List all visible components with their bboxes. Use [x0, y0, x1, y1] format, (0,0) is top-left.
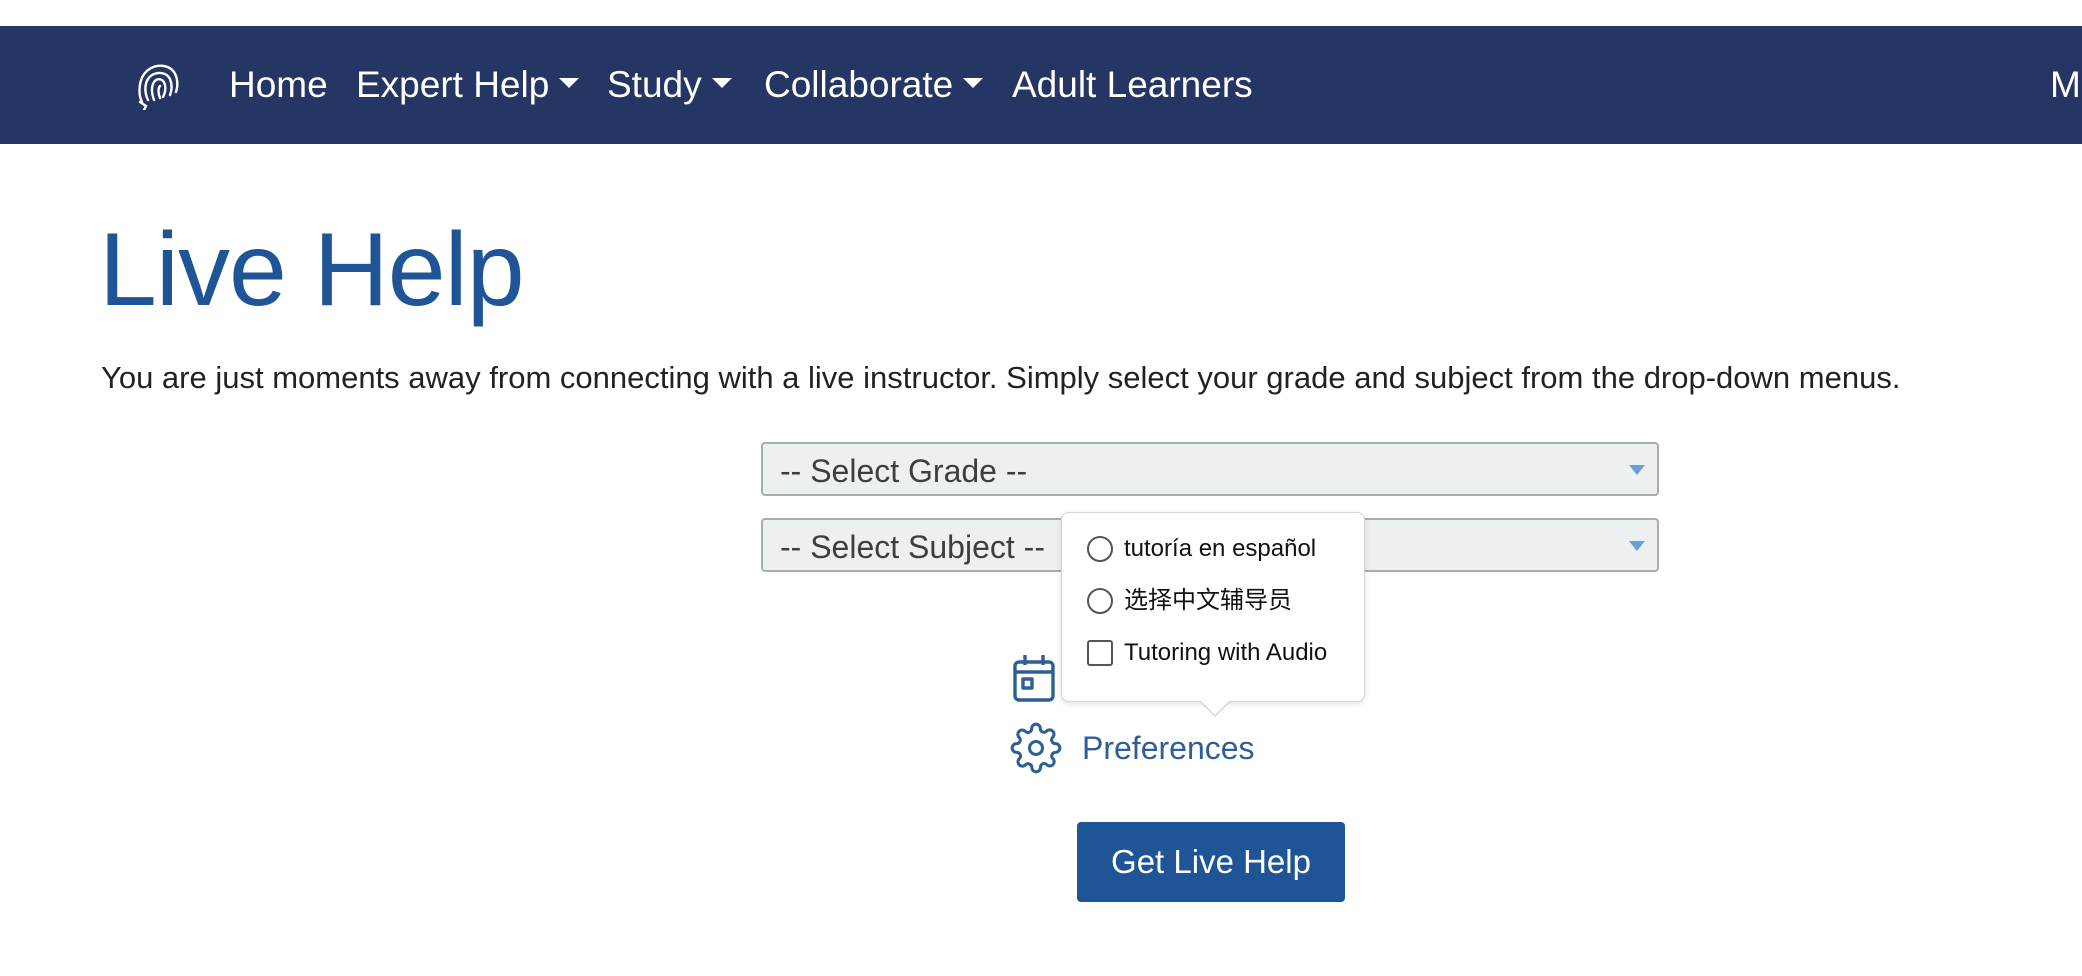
grade-select-value: -- Select Grade --	[780, 453, 1028, 489]
popover-arrow	[1199, 700, 1231, 717]
top-navbar: Home Expert Help Study Collaborate Adult…	[0, 26, 2082, 144]
fingerprint-head-icon[interactable]	[132, 58, 184, 110]
nav-adult-learners[interactable]: Adult Learners	[1012, 60, 1253, 110]
nav-home[interactable]: Home	[229, 60, 328, 110]
gear-icon	[1010, 722, 1062, 774]
checkbox[interactable]	[1087, 640, 1113, 666]
nav-right-item[interactable]: M	[2050, 60, 2081, 110]
caret-down-icon	[711, 78, 732, 89]
radio-button[interactable]	[1087, 588, 1113, 614]
chevron-down-icon	[1629, 541, 1645, 551]
preferences-link[interactable]: Preferences	[1010, 722, 1255, 774]
nav-study[interactable]: Study	[607, 60, 732, 110]
nav-expert-help-label: Expert Help	[356, 64, 550, 105]
caret-down-icon	[559, 78, 580, 89]
get-live-help-button[interactable]: Get Live Help	[1077, 822, 1345, 902]
calendar-icon	[1013, 655, 1055, 702]
spanish-tutoring-option[interactable]: tutoría en español	[1087, 531, 1347, 567]
nav-collaborate[interactable]: Collaborate	[764, 60, 984, 110]
page-title: Live Help	[99, 212, 525, 328]
option-label: Tutoring with Audio	[1124, 639, 1328, 666]
chinese-tutoring-option[interactable]: 选择中文辅导员	[1087, 583, 1347, 619]
nav-collaborate-label: Collaborate	[764, 64, 954, 105]
preferences-link-label: Preferences	[1082, 730, 1255, 766]
nav-expert-help[interactable]: Expert Help	[356, 60, 580, 110]
grade-select[interactable]: -- Select Grade --	[761, 442, 1659, 496]
option-label: 选择中文辅导员	[1124, 587, 1292, 614]
audio-tutoring-option[interactable]: Tutoring with Audio	[1087, 635, 1357, 671]
caret-down-icon	[963, 78, 984, 89]
radio-button[interactable]	[1087, 536, 1113, 562]
subject-select-value: -- Select Subject --	[780, 529, 1045, 565]
intro-text: You are just moments away from connectin…	[101, 360, 1901, 395]
option-label: tutoría en español	[1124, 535, 1317, 562]
top-strip	[0, 0, 2082, 26]
nav-study-label: Study	[607, 64, 702, 105]
preferences-popover: tutoría en español 选择中文辅导员 Tutoring with…	[1061, 512, 1365, 717]
chevron-down-icon	[1629, 465, 1645, 475]
